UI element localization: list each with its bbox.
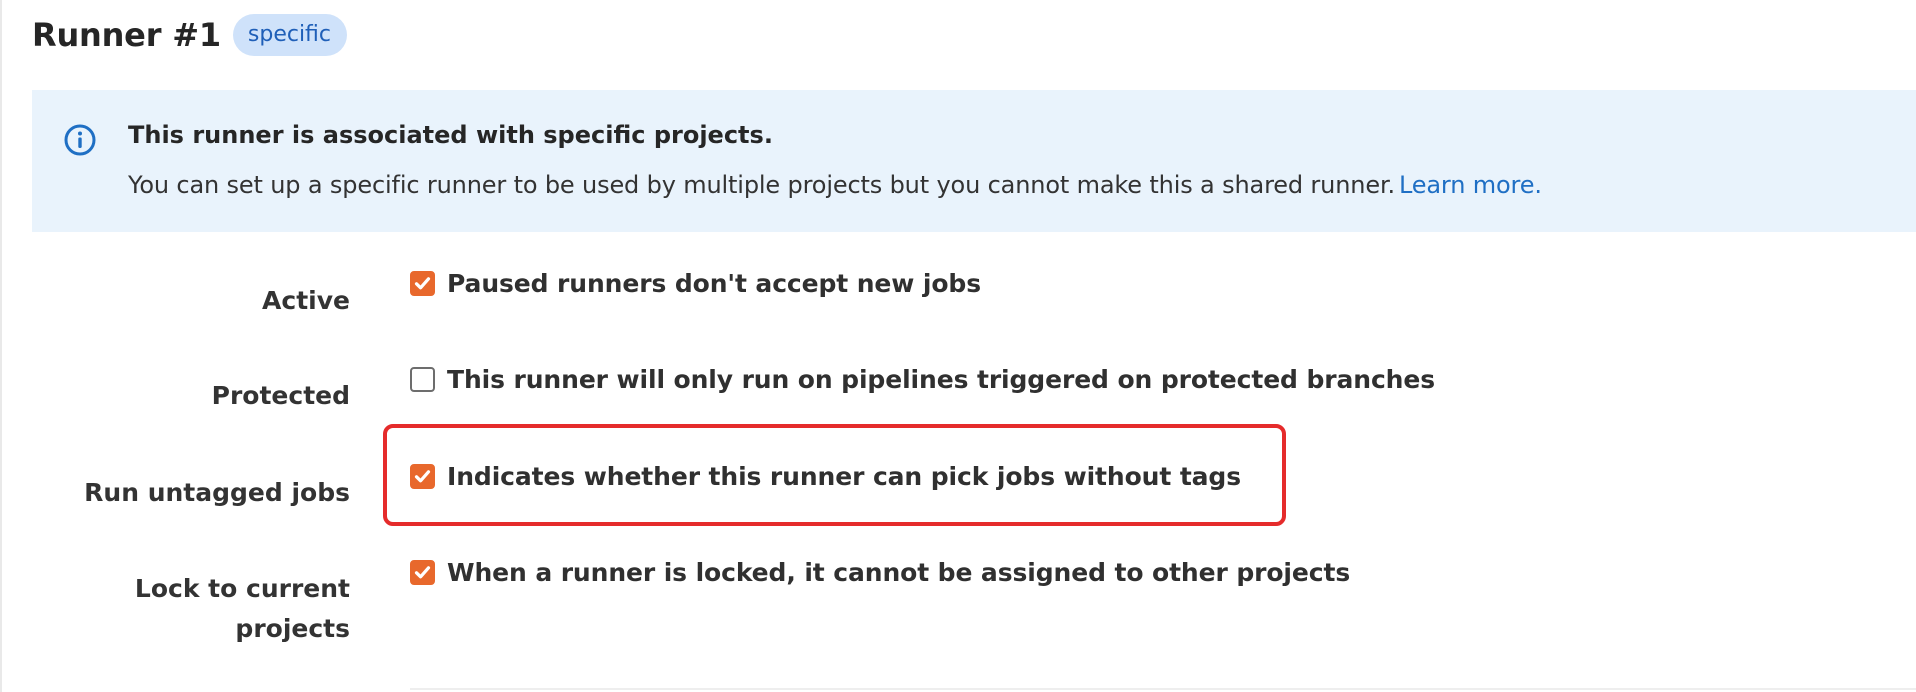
- page-header: Runner #1 specific: [32, 10, 348, 60]
- checkmark-icon: [414, 277, 431, 290]
- active-description: Paused runners don't accept new jobs: [447, 269, 982, 298]
- divider: [410, 688, 1916, 690]
- active-label: Active: [262, 286, 350, 315]
- checkmark-icon: [414, 470, 431, 483]
- page-title: Runner #1: [32, 16, 221, 54]
- protected-setting: This runner will only run on pipelines t…: [410, 365, 1435, 394]
- alert-title: This runner is associated with specific …: [128, 121, 773, 149]
- run-untagged-label: Run untagged jobs: [84, 478, 350, 507]
- active-setting: Paused runners don't accept new jobs: [410, 269, 981, 298]
- runner-type-badge: specific: [232, 14, 348, 56]
- active-checkbox[interactable]: [410, 271, 435, 296]
- alert-body: You can set up a specific runner to be u…: [128, 171, 1542, 199]
- protected-description: This runner will only run on pipelines t…: [447, 365, 1435, 394]
- run-untagged-description: Indicates whether this runner can pick j…: [447, 462, 1242, 491]
- learn-more-link[interactable]: Learn more.: [1399, 171, 1542, 199]
- run-untagged-checkbox[interactable]: [410, 464, 435, 489]
- protected-checkbox[interactable]: [410, 367, 435, 392]
- protected-label: Protected: [211, 381, 350, 410]
- run-untagged-setting: Indicates whether this runner can pick j…: [410, 462, 1241, 491]
- alert-body-text: You can set up a specific runner to be u…: [128, 171, 1395, 199]
- lock-setting: When a runner is locked, it cannot be as…: [410, 558, 1350, 587]
- info-alert: This runner is associated with specific …: [32, 90, 1916, 232]
- lock-checkbox[interactable]: [410, 560, 435, 585]
- info-icon: [63, 123, 97, 157]
- lock-label-line2: projects: [235, 614, 350, 643]
- checkmark-icon: [414, 566, 431, 579]
- lock-description: When a runner is locked, it cannot be as…: [447, 558, 1351, 587]
- runner-settings-page: Runner #1 specific This runner is associ…: [0, 0, 1916, 692]
- lock-label-line1: Lock to current: [134, 574, 350, 603]
- left-border: [0, 0, 2, 692]
